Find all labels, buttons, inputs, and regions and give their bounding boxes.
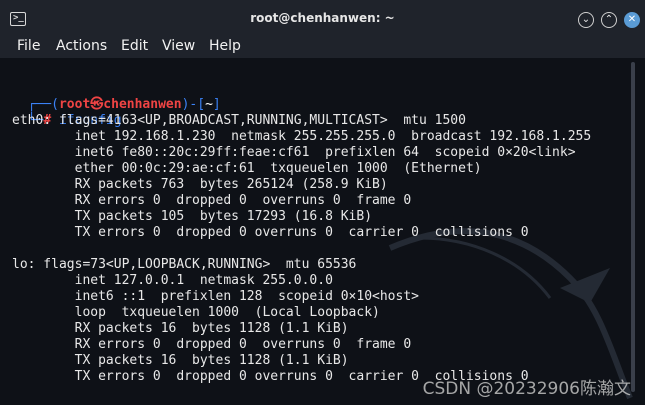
output-line: RX packets 16 bytes 1128 (1.1 KiB) [12,321,349,336]
csdn-watermark: CSDN @20232906陈瀚文 [422,379,631,399]
window-title: root@chenhanwen: ~ [250,11,395,25]
output-line: TX packets 105 bytes 17293 (16.8 KiB) [12,209,373,224]
prompt-bracket-end: ] [212,97,221,112]
close-button[interactable]: ✕ [624,12,640,28]
prompt-bracket: )-[ [181,97,206,112]
output-line: TX errors 0 dropped 0 overruns 0 carrier… [12,225,529,240]
output-line: lo: flags=73<UP,LOOPBACK,RUNNING> mtu 65… [12,257,357,272]
output-line: inet6 fe80::20c:29ff:feae:cf61 prefixlen… [12,145,576,160]
window-titlebar: >_ root@chenhanwen: ~ ⌄ ⌃ ✕ [0,0,645,41]
output-line: eth0: flags=4163<UP,BROADCAST,RUNNING,MU… [12,113,466,128]
output-line: RX errors 0 dropped 0 overruns 0 frame 0 [12,337,412,352]
output-line: inet6 ::1 prefixlen 128 scopeid 0×10<hos… [12,289,419,304]
menu-bar: File Actions Edit View Help [0,38,645,58]
output-line: RX packets 763 bytes 265124 (258.9 KiB) [12,177,388,192]
menu-file[interactable]: File [17,38,40,54]
output-line: TX packets 16 bytes 1128 (1.1 KiB) [12,353,349,368]
minimize-button[interactable]: ⌄ [578,12,594,28]
scrollbar[interactable] [631,62,635,392]
output-line: loop txqueuelen 1000 (Local Loopback) [12,305,380,320]
output-line: inet 127.0.0.1 netmask 255.0.0.0 [12,273,333,288]
menu-edit[interactable]: Edit [121,38,148,54]
maximize-button[interactable]: ⌃ [601,12,617,28]
prompt-dir: ~ [205,97,213,112]
output-line: ether 00:0c:29:ae:cf:61 txqueuelen 1000 … [12,161,482,176]
output-line: RX errors 0 dropped 0 overruns 0 frame 0 [12,193,412,208]
menu-view[interactable]: View [162,38,195,54]
menu-actions[interactable]: Actions [56,38,107,54]
menu-help[interactable]: Help [209,38,241,54]
output-line: inet 192.168.1.230 netmask 255.255.255.0… [12,129,592,144]
